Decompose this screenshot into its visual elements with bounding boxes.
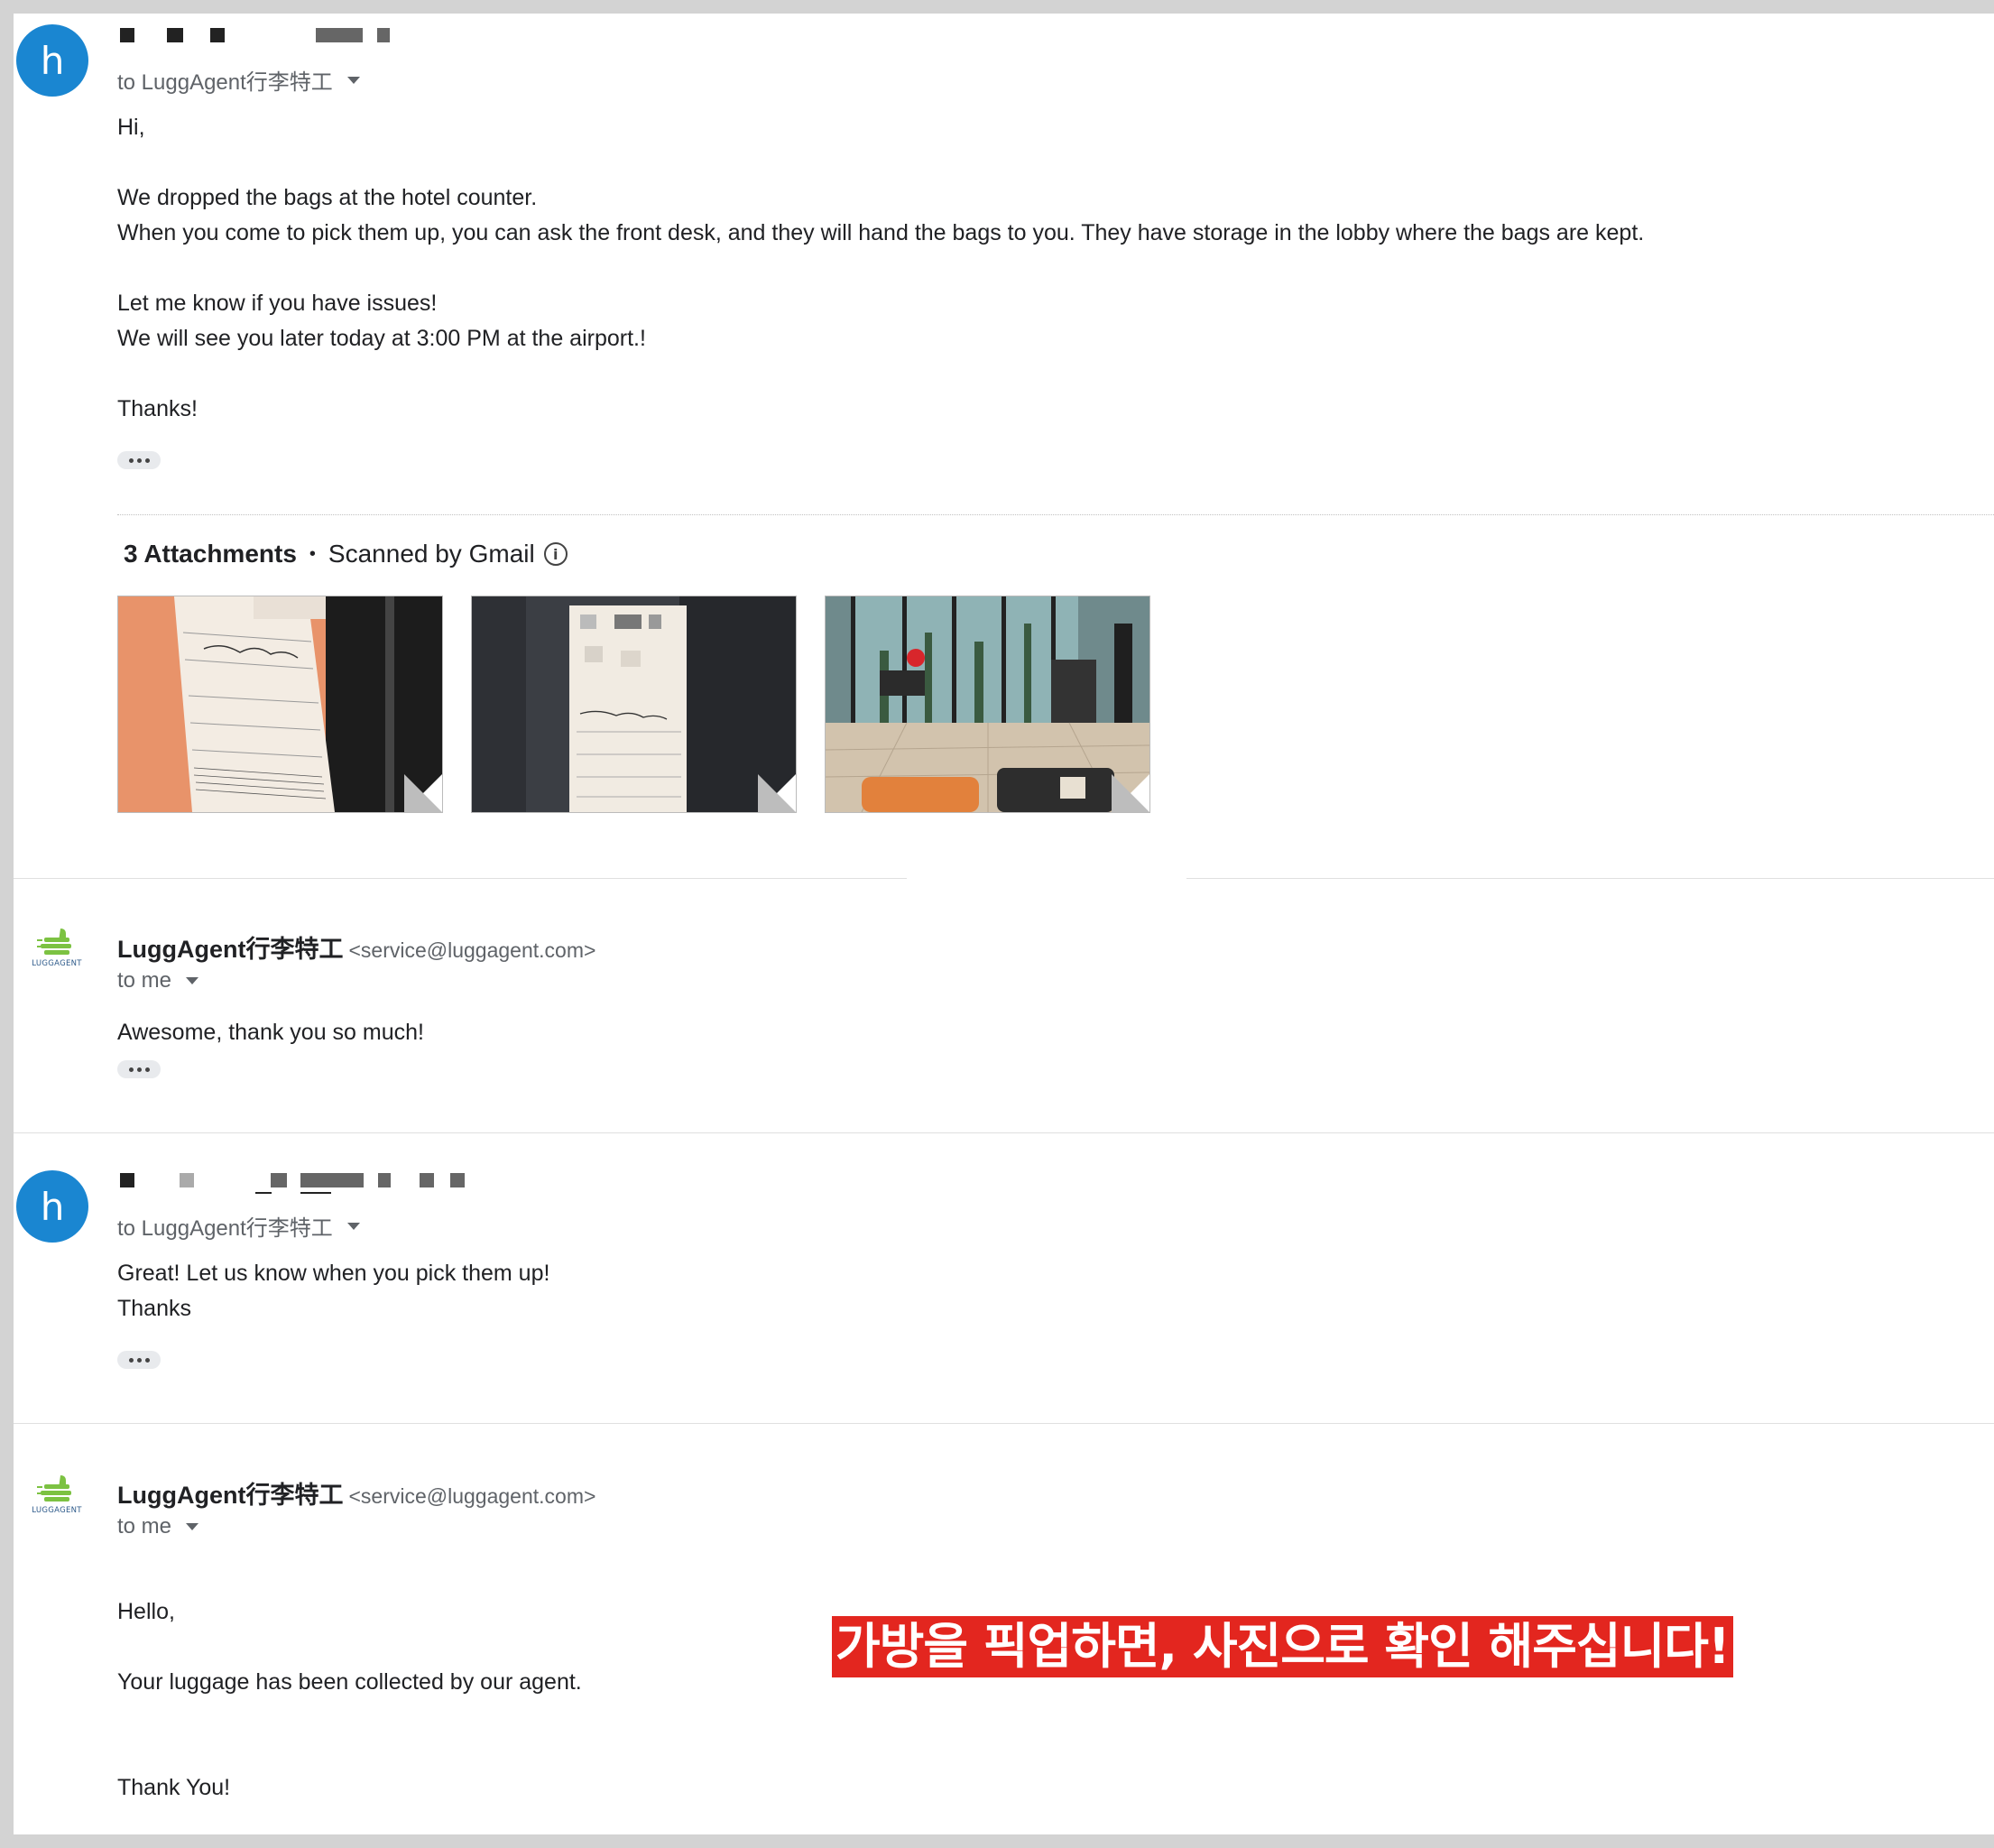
luggagent-logo[interactable]: LUGGAGENT [23, 1474, 91, 1528]
body-line: Your luggage has been collected by our a… [117, 1669, 582, 1695]
body-line [117, 1630, 582, 1665]
logo-text: LUGGAGENT [32, 1506, 82, 1515]
recipient-details[interactable]: to me [117, 1514, 199, 1539]
body-line [117, 1700, 582, 1735]
sender-line: LuggAgent行李特工 <service@luggagent.com> [117, 929, 595, 965]
dot [144, 1067, 150, 1072]
info-icon[interactable]: i [543, 542, 568, 566]
sender-name[interactable]: LuggAgent行李特工 [117, 936, 343, 963]
chevron-down-icon[interactable] [346, 1222, 360, 1230]
logo-text: LUGGAGENT [32, 959, 82, 968]
dot [128, 457, 134, 463]
chevron-down-icon[interactable] [346, 76, 360, 84]
body-line: When you come to pick them up, you can a… [117, 220, 1645, 245]
message-divider [14, 1423, 1994, 1424]
body-line: We will see you later today at 3:00 PM a… [117, 326, 646, 351]
body-line: Thank You! [117, 1775, 231, 1800]
recipient-details[interactable]: to me [117, 968, 199, 993]
hand-logo-icon [37, 1475, 71, 1502]
attachment-thumbnail-1[interactable] [117, 596, 443, 813]
attachment-thumbnail-2[interactable] [471, 596, 797, 813]
recipient-label: to LuggAgent行李特工 [117, 70, 333, 95]
scanned-by-gmail-label: Scanned by Gmail [328, 540, 535, 568]
message-divider [14, 878, 907, 879]
sender-email[interactable]: <service@luggagent.com> [348, 938, 595, 962]
body-line: Hi, [117, 115, 145, 140]
message-body: Hi, We dropped the bags at the hotel cou… [117, 110, 1644, 427]
recipient-label: to me [117, 1514, 172, 1538]
attachments-header: 3 Attachments • Scanned by Gmail i [124, 540, 568, 568]
message-body: Awesome, thank you so much! [117, 1015, 424, 1050]
show-trimmed-content-button[interactable] [117, 451, 161, 469]
page-curl-shadow [758, 774, 796, 812]
recipient-label: to me [117, 968, 172, 993]
sender-avatar[interactable]: h [16, 24, 88, 97]
message-divider [14, 1132, 1994, 1133]
luggagent-logo[interactable]: LUGGAGENT [23, 927, 91, 981]
body-line: Let me know if you have issues! [117, 291, 438, 316]
page-curl-shadow [1112, 774, 1149, 812]
body-line: Thanks! [117, 396, 198, 421]
dot [128, 1067, 134, 1072]
chevron-down-icon[interactable] [186, 1523, 199, 1530]
sender-name[interactable]: LuggAgent行李特工 [117, 1482, 343, 1509]
dot [136, 1067, 142, 1072]
body-line: We dropped the bags at the hotel counter… [117, 185, 538, 210]
avatar-letter: h [40, 38, 65, 83]
attachments-count: 3 Attachments [124, 540, 297, 568]
email-thread: h to LuggAgent行李特工 Hi, We dropped the ba… [14, 14, 1994, 1834]
dot [136, 457, 142, 463]
body-line: Hello, [117, 1599, 175, 1624]
sender-line: LuggAgent行李特工 <service@luggagent.com> [117, 1475, 595, 1511]
chevron-down-icon[interactable] [186, 977, 199, 984]
show-trimmed-content-button[interactable] [117, 1060, 161, 1078]
message-body: Hello, Your luggage has been collected b… [117, 1594, 582, 1806]
dot [144, 1357, 150, 1363]
dot [128, 1357, 134, 1363]
body-line: Thanks [117, 1296, 191, 1321]
message-divider [1186, 878, 1994, 879]
recipient-label: to LuggAgent行李特工 [117, 1216, 333, 1241]
avatar-letter: h [40, 1184, 65, 1229]
page-curl-shadow [404, 774, 442, 812]
luggage-tag-photo [472, 596, 796, 812]
attachment-thumbnail-3[interactable] [825, 596, 1150, 813]
body-line [117, 1735, 582, 1770]
body-line: Awesome, thank you so much! [117, 1020, 424, 1045]
hand-logo-icon [37, 929, 71, 955]
dot [144, 457, 150, 463]
hotel-lobby-photo [826, 596, 1149, 812]
body-line [117, 251, 1644, 286]
message-body: Great! Let us know when you pick them up… [117, 1256, 549, 1326]
attachments-divider [117, 514, 1994, 515]
body-line [117, 356, 1644, 392]
luggage-tag-photo [118, 596, 442, 812]
show-trimmed-content-button[interactable] [117, 1351, 161, 1369]
annotation-banner: 가방을 픽업하면, 사진으로 확인 해주십니다! [832, 1616, 1733, 1677]
body-line [117, 145, 1644, 180]
recipient-details[interactable]: to LuggAgent行李特工 [117, 64, 360, 96]
body-line: Great! Let us know when you pick them up… [117, 1261, 550, 1286]
dot [136, 1357, 142, 1363]
sender-avatar[interactable]: h [16, 1170, 88, 1243]
separator: • [309, 543, 316, 564]
sender-email[interactable]: <service@luggagent.com> [348, 1484, 595, 1508]
recipient-details[interactable]: to LuggAgent行李特工 [117, 1210, 360, 1242]
